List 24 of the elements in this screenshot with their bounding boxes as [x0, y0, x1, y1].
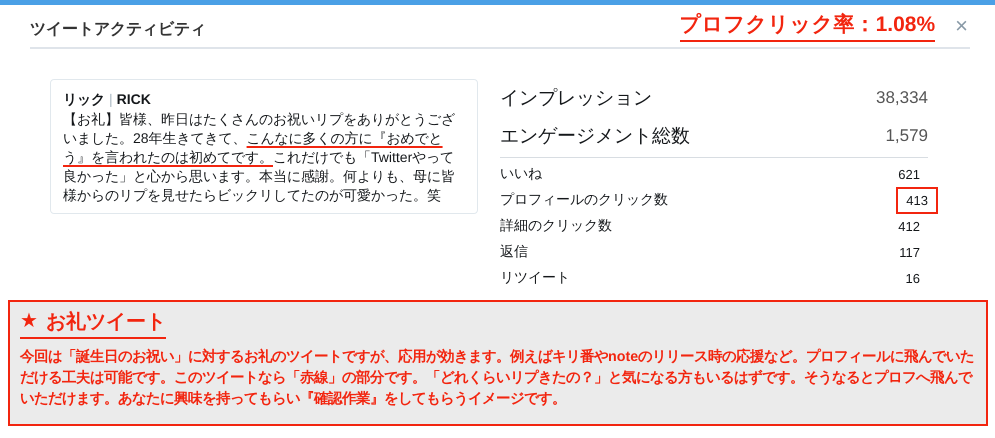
- summary-value: 1,579: [885, 126, 928, 146]
- metric-label: いいね: [500, 165, 542, 183]
- metric-label: 詳細のクリック数: [500, 217, 612, 235]
- metric-label: リツイート: [500, 269, 570, 287]
- summary-label: インプレッション: [500, 87, 652, 111]
- close-button[interactable]: ×: [953, 13, 970, 39]
- author-handle: RICK: [116, 90, 151, 109]
- metric-value: 621: [897, 166, 921, 184]
- metric-value: 412: [897, 218, 921, 236]
- metric-value: 16: [904, 270, 921, 288]
- metric-value: 413: [896, 186, 938, 214]
- metric-value: 117: [898, 244, 921, 262]
- metric-label: プロフィールのクリック数: [500, 191, 668, 209]
- callout-text: 今回は「誕生日のお祝い」に対するお礼のツイートですが、応用が効きます。例えばキリ番やnoteのリリース時の応援など。プロフィールに飛んでいただける工夫は可能です。このツイートなら「赤線」の部分です。「どれくらいリプきたの？」と気になる方もいるはずです。そうなるとプロフへ飛んでいただけます。あなたに興味を持ってもらい『確認作業』をしてもらうイメージです。: [20, 347, 976, 409]
- annotation-headline: プロフクリック率：1.08%: [680, 10, 936, 42]
- author-name: リック: [63, 90, 105, 109]
- tweet-text: 【お礼】皆様、昨日はたくさんのお祝いリプをありがとうございました。28年生きてきて、こんなに多くの方に『おめでとう』を言われたのは初めてです。これだけでも「Twitterやって良かった」と心から思います。本当に感謝。何よりも、母に皆様からのリプを見せたらビックリしてたのが可愛かった。笑: [63, 110, 456, 205]
- star-icon: ★: [20, 308, 38, 335]
- summary-value: 38,334: [876, 88, 928, 108]
- name-separator: |: [109, 90, 113, 109]
- dialog-title: ツイートアクティビティ: [30, 20, 207, 40]
- metric-label: 返信: [500, 243, 528, 261]
- callout-title: お礼ツイート: [46, 310, 166, 335]
- summary-label: エンゲージメント総数: [500, 125, 690, 149]
